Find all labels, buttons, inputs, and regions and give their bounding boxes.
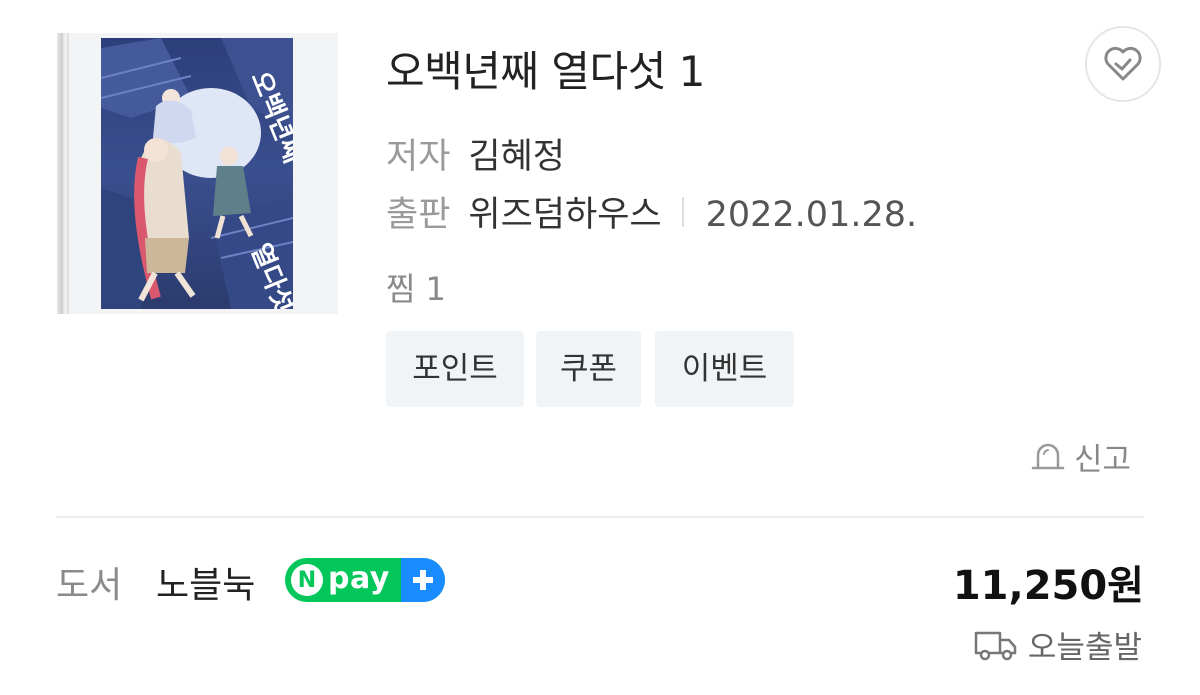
author-row: 저자 김혜정 (386, 128, 565, 179)
siren-icon (1031, 443, 1065, 470)
publisher-label: 출판 (386, 195, 451, 235)
wish-count: 찜1 (386, 264, 446, 310)
section-divider (56, 516, 1144, 518)
book-cover-image[interactable]: 오백년째 열다섯 (101, 38, 293, 309)
npay-text: pay (328, 560, 390, 596)
delivery-label: 오늘출발 (1027, 630, 1142, 666)
wish-button[interactable] (1085, 26, 1161, 102)
product-title: 오백년째 열다섯 1 (386, 47, 705, 96)
publisher-link[interactable]: 위즈덤하우스 (468, 195, 661, 235)
price-value: 11,250 (952, 563, 1108, 609)
publish-date: 2022.01.28. (705, 195, 918, 235)
plus-icon (401, 558, 445, 602)
meta-divider (681, 197, 684, 227)
wish-count-label: 찜 (386, 270, 416, 308)
report-button[interactable]: 신고 (1030, 434, 1131, 478)
tag-point[interactable]: 포인트 (386, 331, 524, 407)
npay-n-logo: N (291, 564, 323, 596)
delivery-info: 오늘출발 (974, 622, 1142, 667)
author-link[interactable]: 김혜정 (468, 137, 565, 177)
npay-plus-badge: N pay (285, 558, 445, 602)
price: 11,250원 (953, 553, 1144, 611)
heart-check-icon (1104, 46, 1142, 81)
price-currency: 원 (1107, 563, 1144, 609)
wish-count-value: 1 (425, 270, 446, 308)
book-cover-spine (57, 33, 69, 314)
tag-event[interactable]: 이벤트 (655, 331, 794, 407)
author-label: 저자 (386, 137, 451, 177)
seller-name[interactable]: 노블눅 (156, 556, 255, 608)
cover-illustration: 오백년째 열다섯 (101, 38, 293, 309)
truck-icon (974, 631, 1017, 660)
publisher-row: 출판 위즈덤하우스 2022.01.28. (386, 186, 917, 237)
report-label: 신고 (1074, 441, 1132, 478)
seller-category: 도서 (56, 565, 123, 606)
tag-coupon[interactable]: 쿠폰 (536, 331, 641, 407)
